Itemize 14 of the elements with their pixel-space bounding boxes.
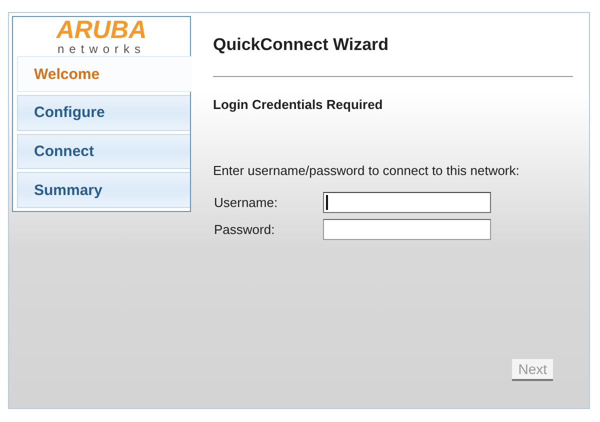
step-tab[interactable]: Connect xyxy=(17,134,190,170)
field-label: Username: xyxy=(214,195,279,210)
text-cursor xyxy=(326,195,328,210)
step-tab[interactable]: Welcome xyxy=(17,56,192,92)
step-tab[interactable]: Configure xyxy=(17,94,190,131)
section-heading: Login Credentials Required xyxy=(213,97,384,112)
instruction-text: Enter username/password to connect to this network: xyxy=(213,163,520,178)
logo-brand: ARUBA xyxy=(56,17,147,43)
logo-subtitle: networks xyxy=(57,43,146,55)
field-label: Password: xyxy=(214,222,276,237)
input-field[interactable] xyxy=(323,219,491,240)
step-tab[interactable]: Summary xyxy=(17,172,190,208)
input-field[interactable] xyxy=(323,192,491,213)
wizard-title: QuickConnect Wizard xyxy=(213,35,390,55)
